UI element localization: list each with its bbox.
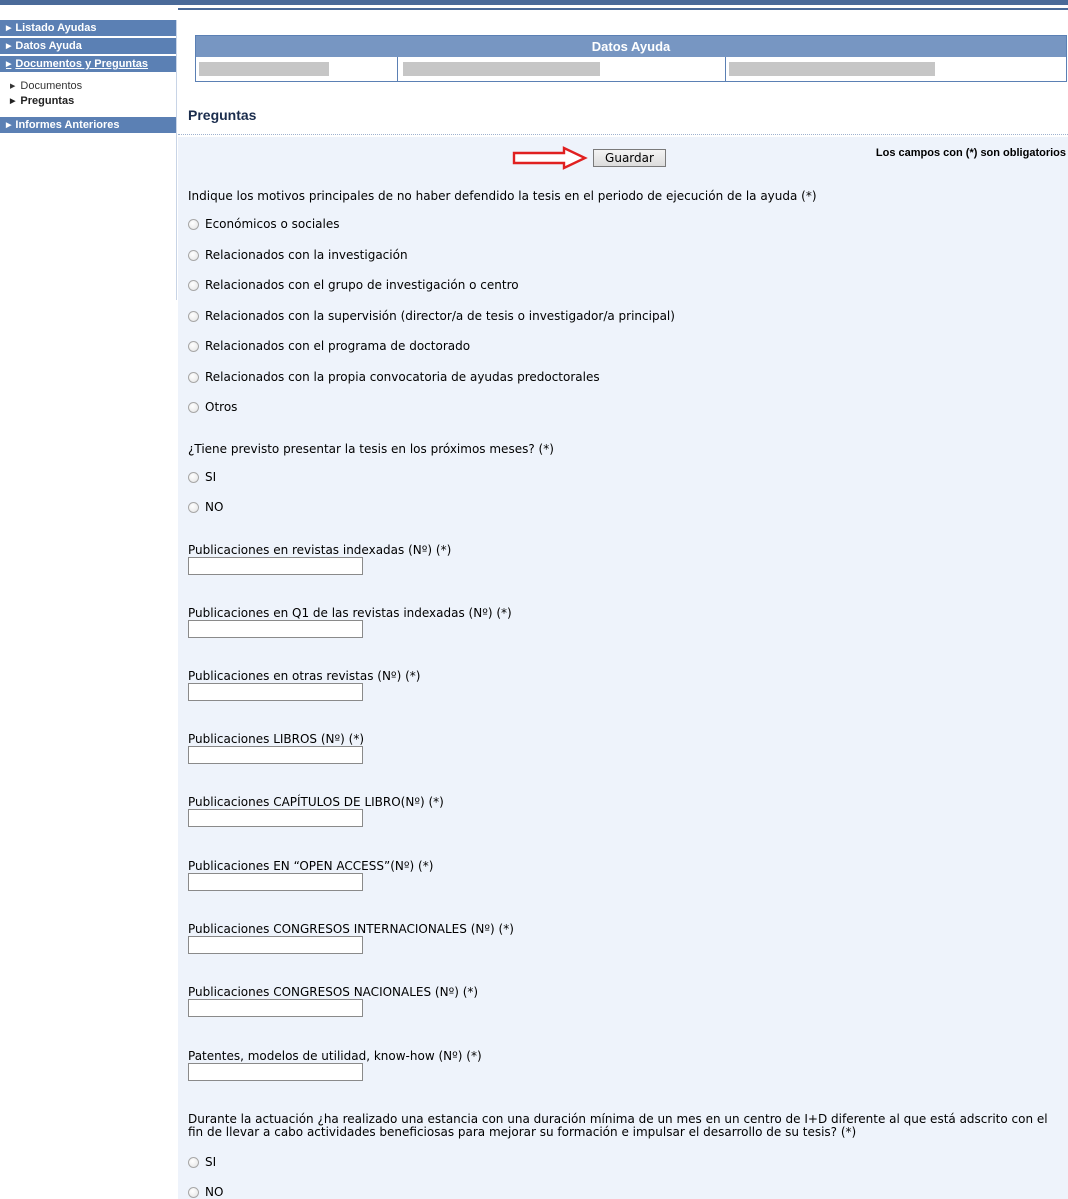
radio-option-si[interactable]: SI (188, 470, 216, 484)
publicaciones-libros-input[interactable] (188, 746, 363, 764)
field-label: Publicaciones CONGRESOS NACIONALES (Nº) … (188, 985, 479, 999)
radio-option[interactable]: Relacionados con el programa de doctorad… (188, 339, 470, 353)
radio-option-label: NO (205, 1185, 224, 1199)
sidebar-item-datos-ayuda[interactable]: ▶ Datos Ayuda (0, 38, 177, 54)
sidebar-subitem-label: Preguntas (20, 95, 75, 107)
sidebar-submenu: ▶ Documentos ▶ Preguntas (0, 74, 177, 117)
datos-ayuda-row (196, 57, 1066, 81)
radio-icon[interactable] (188, 249, 199, 261)
sidebar-subitem-preguntas[interactable]: ▶ Preguntas (10, 94, 177, 109)
caret-right-icon: ▶ (6, 122, 12, 129)
radio-option-si[interactable]: SI (188, 1155, 216, 1169)
radio-option-label: Económicos o sociales (205, 217, 340, 231)
radio-icon[interactable] (188, 501, 199, 513)
sidebar-subitem-documentos[interactable]: ▶ Documentos (10, 79, 177, 94)
red-arrow-icon (512, 146, 588, 170)
radio-option-label: Relacionados con la propia convocatoria … (205, 370, 600, 384)
caret-right-icon: ▶ (6, 61, 12, 68)
radio-icon[interactable] (188, 218, 199, 230)
redacted-value (729, 62, 935, 76)
field-label: Publicaciones EN “OPEN ACCESS”(Nº) (*) (188, 859, 434, 873)
congresos-internacionales-input[interactable] (188, 936, 363, 954)
datos-ayuda-table: Datos Ayuda (195, 35, 1067, 82)
caret-right-icon: ▶ (6, 43, 12, 50)
field-label: Patentes, modelos de utilidad, know-how … (188, 1049, 482, 1063)
sidebar-item-informes-anteriores[interactable]: ▶ Informes Anteriores (0, 117, 177, 133)
question-presentar-tesis-label: ¿Tiene previsto presentar la tesis en lo… (188, 442, 554, 456)
question-motivos-label: Indique los motivos principales de no ha… (188, 189, 817, 203)
field-label: Publicaciones en otras revistas (Nº) (*) (188, 669, 421, 683)
sidebar-item-documentos-y-preguntas[interactable]: ▶ Documentos y Preguntas (0, 56, 177, 72)
required-fields-note: Los campos con (*) son obligatorios (875, 147, 1066, 159)
sidebar-item-label: Listado Ayudas (15, 22, 97, 34)
field-label: Publicaciones CONGRESOS INTERNACIONALES … (188, 922, 514, 936)
radio-icon[interactable] (188, 340, 199, 352)
sidebar-item-label: Informes Anteriores (15, 119, 120, 131)
content-top-border (178, 8, 1068, 10)
radio-icon[interactable] (188, 310, 199, 322)
radio-option-label: Relacionados con el programa de doctorad… (205, 339, 471, 353)
radio-option-label: NO (205, 500, 224, 514)
datos-ayuda-cell (196, 57, 398, 81)
sidebar-item-label: Documentos y Preguntas (15, 58, 149, 70)
radio-icon[interactable] (188, 1186, 199, 1198)
radio-option-label: Relacionados con la investigación (205, 248, 408, 262)
guardar-button[interactable]: Guardar (593, 149, 666, 167)
radio-icon[interactable] (188, 471, 199, 483)
redacted-value (199, 62, 329, 76)
radio-option[interactable]: Relacionados con la propia convocatoria … (188, 370, 600, 384)
sidebar-divider (176, 20, 177, 300)
sidebar: ▶ Listado Ayudas ▶ Datos Ayuda ▶ Documentos… (0, 20, 177, 135)
sidebar-item-label: Datos Ayuda (15, 40, 82, 52)
radio-option[interactable]: Relacionados con la investigación (188, 248, 408, 262)
radio-icon[interactable] (188, 371, 199, 383)
datos-ayuda-cell (726, 57, 1066, 81)
field-label: Publicaciones CAPÍTULOS DE LIBRO(Nº) (*) (188, 795, 444, 809)
congresos-nacionales-input[interactable] (188, 999, 363, 1017)
top-border (0, 0, 1068, 5)
publicaciones-otras-revistas-input[interactable] (188, 683, 363, 701)
publicaciones-open-access-input[interactable] (188, 873, 363, 891)
datos-ayuda-header: Datos Ayuda (196, 36, 1066, 57)
radio-option-label: SI (205, 470, 217, 484)
page-title: Preguntas (188, 107, 257, 123)
radio-option-label: SI (205, 1155, 217, 1169)
radio-option[interactable]: Relacionados con el grupo de investigaci… (188, 278, 519, 292)
radio-option-label: Relacionados con la supervisión (directo… (205, 309, 675, 323)
field-label: Publicaciones en Q1 de las revistas inde… (188, 606, 512, 620)
caret-right-icon: ▶ (10, 98, 16, 105)
field-label: Publicaciones en revistas indexadas (Nº)… (188, 543, 452, 557)
datos-ayuda-cell (398, 57, 726, 81)
form-area (178, 137, 1068, 1199)
radio-option[interactable]: Otros (188, 400, 237, 414)
question-estancia-label: Durante la actuación ¿ha realizado una e… (188, 1112, 1048, 1139)
radio-option-label: Otros (205, 400, 238, 414)
radio-option-label: Relacionados con el grupo de investigaci… (205, 278, 519, 292)
publicaciones-indexadas-input[interactable] (188, 557, 363, 575)
caret-right-icon: ▶ (10, 83, 16, 90)
patentes-input[interactable] (188, 1063, 363, 1081)
title-divider (178, 134, 1068, 135)
radio-option[interactable]: Relacionados con la supervisión (directo… (188, 309, 675, 323)
radio-option-no[interactable]: NO (188, 1185, 223, 1199)
radio-icon[interactable] (188, 1156, 199, 1168)
publicaciones-capitulos-input[interactable] (188, 809, 363, 827)
redacted-value (403, 62, 600, 76)
field-label: Publicaciones LIBROS (Nº) (*) (188, 732, 365, 746)
publicaciones-q1-input[interactable] (188, 620, 363, 638)
radio-icon[interactable] (188, 279, 199, 291)
sidebar-item-listado-ayudas[interactable]: ▶ Listado Ayudas (0, 20, 177, 36)
radio-icon[interactable] (188, 401, 199, 413)
sidebar-subitem-label: Documentos (20, 80, 83, 92)
caret-right-icon: ▶ (6, 25, 12, 32)
radio-option-no[interactable]: NO (188, 500, 223, 514)
radio-option[interactable]: Económicos o sociales (188, 217, 340, 231)
